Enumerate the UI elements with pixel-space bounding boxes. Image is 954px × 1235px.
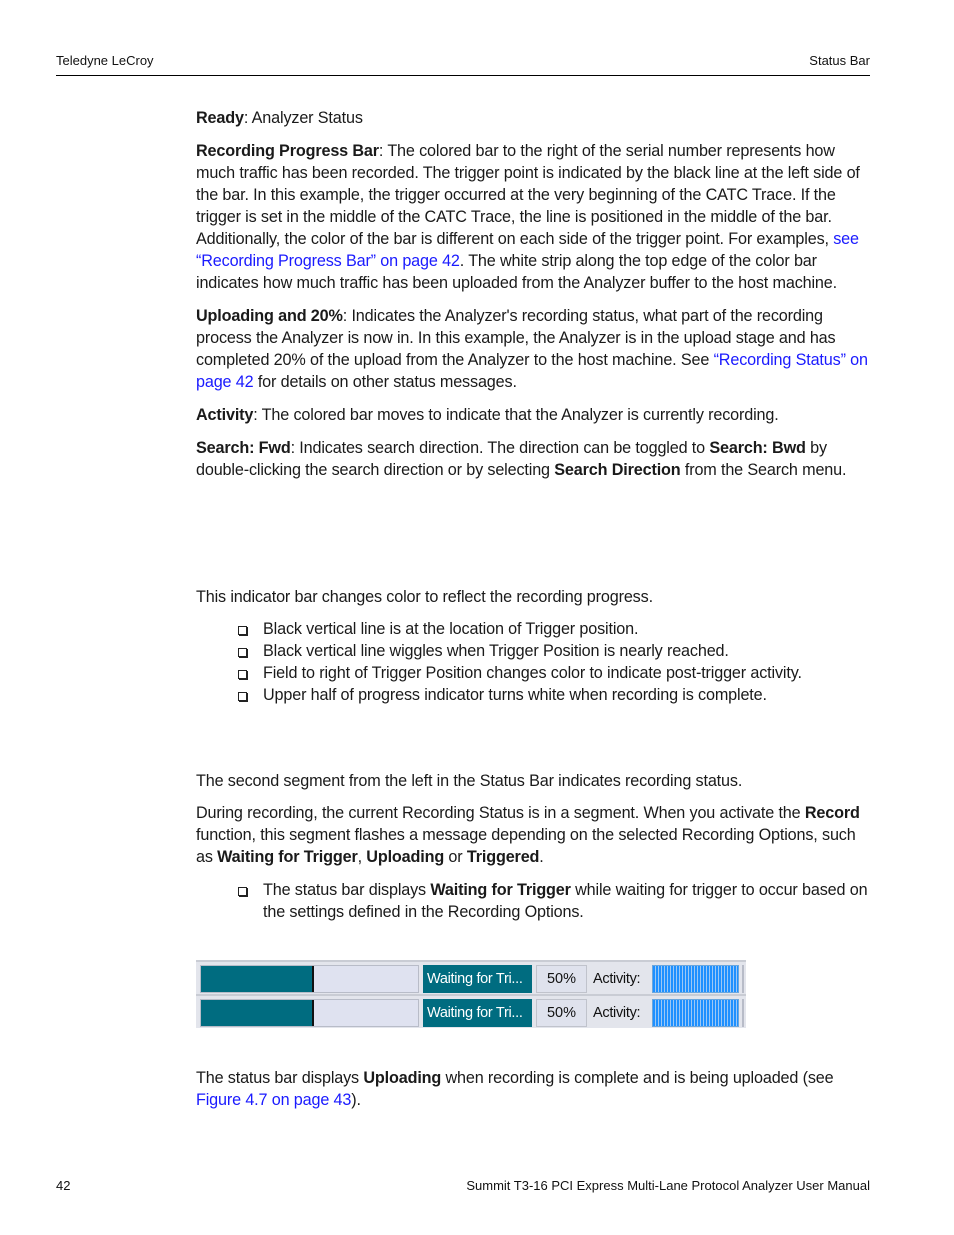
trigger-position-line <box>311 966 314 992</box>
bullet-text: Field to right of Trigger Position chang… <box>263 664 802 682</box>
list-item: Black vertical line is at the location o… <box>238 618 872 640</box>
recording-status-segment: Waiting for Tri... <box>423 999 532 1027</box>
progress-fill <box>201 966 314 992</box>
def-uploading: Uploading and 20%: Indicates the Analyze… <box>196 305 872 393</box>
checkbox-bullet-icon <box>238 887 247 896</box>
progress-percent: 50% <box>536 999 587 1027</box>
bullet-text: The status bar displays <box>263 881 431 899</box>
status-bar-figure: Waiting for Tri... 50% Activity: Waiting… <box>196 960 746 1028</box>
term-ready: Ready <box>196 109 244 127</box>
list-item: Upper half of progress indicator turns w… <box>238 684 872 706</box>
checkbox-bullet-icon <box>238 648 247 657</box>
uploading-text1: The status bar displays <box>196 1069 364 1087</box>
activity-label: Activity: <box>593 971 641 987</box>
def-progress-bar: Recording Progress Bar: The colored bar … <box>196 140 872 294</box>
uploading-text3: ). <box>351 1091 361 1109</box>
recording-progress-bar <box>200 999 419 1027</box>
status-intro: The second segment from the left in the … <box>196 772 743 790</box>
def-search-text3: from the Search menu. <box>680 461 847 479</box>
def-search: Search: Fwd: Indicates search direction.… <box>196 437 872 481</box>
term-progress-bar: Recording Progress Bar <box>196 142 379 160</box>
def-uploading-text2: for details on other status messages. <box>253 373 517 391</box>
recording-progress-bar <box>200 965 419 993</box>
link-figure-4-7[interactable]: Figure 4.7 on page 43 <box>196 1091 351 1109</box>
bullet-text: Upper half of progress indicator turns w… <box>263 686 767 704</box>
definitions-block: Ready: Analyzer Status Recording Progres… <box>196 107 872 481</box>
uploading-text2: when recording is complete and is being … <box>441 1069 834 1087</box>
bullet-text: Black vertical line wiggles when Trigger… <box>263 642 729 660</box>
def-ready-text: : Analyzer Status <box>243 109 363 127</box>
uploading-paragraph: The status bar displays Uploading when r… <box>196 1067 872 1111</box>
progress-bullet-list: Black vertical line is at the location o… <box>196 618 872 706</box>
status-bar-row: Waiting for Tri... 50% Activity: <box>196 960 746 994</box>
header-rule <box>56 75 870 76</box>
list-item: Field to right of Trigger Position chang… <box>238 662 872 684</box>
status-p2-text1: During recording, the current Recording … <box>196 804 805 822</box>
status-bullet-list: The status bar displays Waiting for Trig… <box>196 879 872 923</box>
header-section-title: Status Bar <box>809 53 870 68</box>
footer-page-number: 42 <box>56 1178 71 1193</box>
term-uploading-bold: Uploading <box>363 1069 442 1087</box>
progress-fill <box>201 1000 314 1026</box>
status-paragraph: During recording, the current Recording … <box>196 802 872 868</box>
progress-percent: 50% <box>536 965 587 993</box>
term-uploading-status: Uploading <box>366 848 445 866</box>
uploading-section: The status bar displays Uploading when r… <box>196 1067 872 1111</box>
status-bar-row: Waiting for Tri... 50% Activity: <box>196 994 746 1028</box>
def-activity-text: : The colored bar moves to indicate that… <box>253 406 779 424</box>
header-company: Teledyne LeCroy <box>56 53 154 68</box>
list-item: Black vertical line wiggles when Trigger… <box>238 640 872 662</box>
def-search-text1: : Indicates search direction. The direct… <box>290 439 710 457</box>
status-p2-text4: or <box>444 848 467 866</box>
term-record: Record <box>804 804 860 822</box>
recording-status-segment: Waiting for Tri... <box>423 965 532 993</box>
checkbox-bullet-icon <box>238 670 247 679</box>
status-bar-divider <box>742 965 744 993</box>
checkbox-bullet-icon <box>238 626 247 635</box>
bullet-bold-term: Waiting for Trigger <box>430 881 571 899</box>
term-search-bwd: Search: Bwd <box>709 439 806 457</box>
term-activity: Activity <box>196 406 254 424</box>
list-item: The status bar displays Waiting for Trig… <box>238 879 872 923</box>
status-p2-text3: , <box>357 848 367 866</box>
status-section: The second segment from the left in the … <box>196 770 872 923</box>
status-bar-divider <box>742 999 744 1027</box>
checkbox-bullet-icon <box>238 692 247 701</box>
activity-indicator <box>652 999 739 1027</box>
activity-indicator <box>652 965 739 993</box>
term-triggered: Triggered <box>466 848 540 866</box>
trigger-position-line <box>311 1000 314 1026</box>
footer-manual-title: Summit T3-16 PCI Express Multi-Lane Prot… <box>466 1178 870 1193</box>
term-search-direction: Search Direction <box>554 461 681 479</box>
bullet-text: Black vertical line is at the location o… <box>263 620 639 638</box>
def-activity: Activity: The colored bar moves to indic… <box>196 404 872 426</box>
term-waiting-for-trigger: Waiting for Trigger <box>217 848 358 866</box>
def-ready: Ready: Analyzer Status <box>196 107 872 129</box>
term-uploading: Uploading and 20% <box>196 307 343 325</box>
term-search: Search: Fwd <box>196 439 291 457</box>
status-p2-text5: . <box>539 848 544 866</box>
activity-label: Activity: <box>593 1005 641 1021</box>
progress-section: This indicator bar changes color to refl… <box>196 586 872 706</box>
progress-intro: This indicator bar changes color to refl… <box>196 588 653 606</box>
